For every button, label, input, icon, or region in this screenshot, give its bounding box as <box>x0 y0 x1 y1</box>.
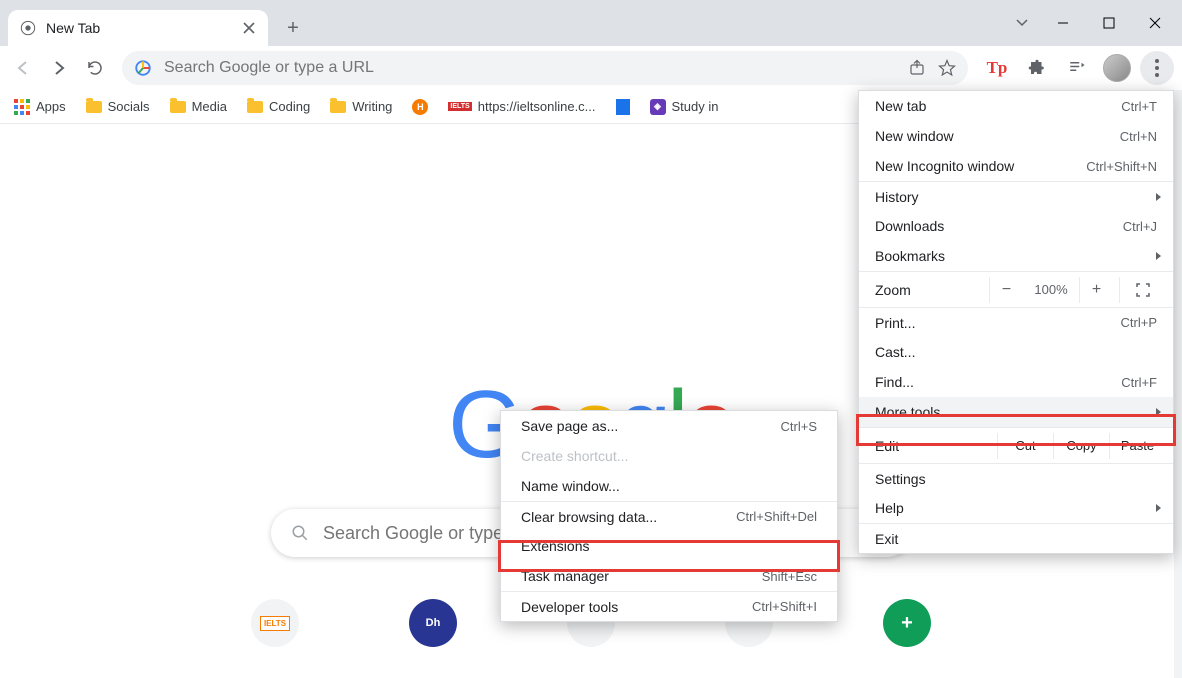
bookmark-folder-writing[interactable]: Writing <box>330 99 392 114</box>
titlebar: New Tab + <box>0 0 1182 46</box>
more-tools-submenu: Save page as...Ctrl+S Create shortcut...… <box>500 410 838 622</box>
submenu-name-window[interactable]: Name window... <box>501 471 837 501</box>
edit-copy-button[interactable]: Copy <box>1053 433 1109 459</box>
chevron-right-icon <box>1155 251 1163 261</box>
shortcut-tile[interactable]: + <box>883 599 931 647</box>
browser-tab[interactable]: New Tab <box>8 10 268 46</box>
chevron-right-icon <box>1155 503 1163 513</box>
bookmark-star-icon[interactable] <box>938 59 956 77</box>
bookmark-item[interactable] <box>616 99 630 115</box>
extensions-puzzle-icon[interactable] <box>1020 51 1054 85</box>
zoom-label: Zoom <box>875 282 911 298</box>
maximize-button[interactable] <box>1086 7 1132 39</box>
zoom-in-button[interactable]: + <box>1079 277 1113 303</box>
menu-new-tab[interactable]: New tabCtrl+T <box>859 91 1173 121</box>
menu-bookmarks[interactable]: Bookmarks <box>859 241 1173 271</box>
shortcut-tile[interactable]: Dh <box>409 599 457 647</box>
apps-grid-icon <box>14 99 30 115</box>
menu-new-incognito[interactable]: New Incognito windowCtrl+Shift+N <box>859 151 1173 181</box>
toolbar: Tp <box>0 46 1182 90</box>
menu-edit-row: Edit Cut Copy Paste <box>859 427 1173 463</box>
bookmark-item[interactable]: H <box>412 99 428 115</box>
folder-icon <box>86 101 102 113</box>
menu-history[interactable]: History <box>859 181 1173 211</box>
submenu-create-shortcut: Create shortcut... <box>501 441 837 471</box>
menu-more-tools[interactable]: More tools <box>859 397 1173 427</box>
fullscreen-button[interactable] <box>1119 277 1165 303</box>
search-icon <box>291 524 309 542</box>
minimize-button[interactable] <box>1040 7 1086 39</box>
site-icon: ◈ <box>650 99 666 115</box>
close-icon[interactable] <box>242 21 256 35</box>
chevron-right-icon <box>1155 407 1163 417</box>
bookmark-item-ielts[interactable]: IELTShttps://ieltsonline.c... <box>448 99 595 114</box>
zoom-value: 100% <box>1023 282 1079 297</box>
bookmark-folder-coding[interactable]: Coding <box>247 99 310 114</box>
reading-list-icon[interactable] <box>1060 51 1094 85</box>
window-controls <box>1014 0 1182 46</box>
bookmark-folder-media[interactable]: Media <box>170 99 227 114</box>
new-tab-button[interactable]: + <box>278 13 308 43</box>
profile-avatar[interactable] <box>1100 51 1134 85</box>
apps-button[interactable]: Apps <box>14 99 66 115</box>
site-icon: H <box>412 99 428 115</box>
menu-settings[interactable]: Settings <box>859 463 1173 493</box>
tab-strip: New Tab + <box>0 0 1014 46</box>
zoom-out-button[interactable]: − <box>989 277 1023 303</box>
share-icon[interactable] <box>908 59 926 77</box>
menu-exit[interactable]: Exit <box>859 523 1173 553</box>
folder-icon <box>330 101 346 113</box>
edit-paste-button[interactable]: Paste <box>1109 433 1165 459</box>
menu-cast[interactable]: Cast... <box>859 337 1173 367</box>
google-icon <box>134 59 152 77</box>
folder-icon <box>247 101 263 113</box>
chevron-right-icon <box>1155 192 1163 202</box>
bookmark-folder-socials[interactable]: Socials <box>86 99 150 114</box>
submenu-extensions[interactable]: Extensions <box>501 531 837 561</box>
edit-cut-button[interactable]: Cut <box>997 433 1053 459</box>
site-icon <box>616 99 630 115</box>
back-button <box>8 53 38 83</box>
menu-help[interactable]: Help <box>859 493 1173 523</box>
bookmark-item-study[interactable]: ◈Study in <box>650 99 719 115</box>
shortcut-tile[interactable]: IELTS <box>251 599 299 647</box>
close-window-button[interactable] <box>1132 7 1178 39</box>
tab-search-icon[interactable] <box>1014 15 1030 31</box>
site-icon: IELTS <box>448 102 471 111</box>
submenu-clear-data[interactable]: Clear browsing data...Ctrl+Shift+Del <box>501 501 837 531</box>
forward-button[interactable] <box>44 53 74 83</box>
menu-find[interactable]: Find...Ctrl+F <box>859 367 1173 397</box>
chrome-menu-button[interactable] <box>1140 51 1174 85</box>
menu-zoom-row: Zoom − 100% + <box>859 271 1173 307</box>
address-bar[interactable] <box>122 51 968 85</box>
menu-downloads[interactable]: DownloadsCtrl+J <box>859 211 1173 241</box>
extension-tp-icon[interactable]: Tp <box>980 51 1014 85</box>
folder-icon <box>170 101 186 113</box>
submenu-task-manager[interactable]: Task managerShift+Esc <box>501 561 837 591</box>
tab-title: New Tab <box>46 20 100 36</box>
reload-button[interactable] <box>80 53 110 83</box>
omnibox-input[interactable] <box>164 59 896 77</box>
chrome-main-menu: New tabCtrl+T New windowCtrl+N New Incog… <box>858 90 1174 554</box>
submenu-save-page[interactable]: Save page as...Ctrl+S <box>501 411 837 441</box>
menu-print[interactable]: Print...Ctrl+P <box>859 307 1173 337</box>
chrome-icon <box>20 20 36 36</box>
menu-new-window[interactable]: New windowCtrl+N <box>859 121 1173 151</box>
submenu-dev-tools[interactable]: Developer toolsCtrl+Shift+I <box>501 591 837 621</box>
scrollbar[interactable] <box>1174 90 1182 678</box>
apps-label: Apps <box>36 99 66 114</box>
edit-label: Edit <box>875 438 899 454</box>
